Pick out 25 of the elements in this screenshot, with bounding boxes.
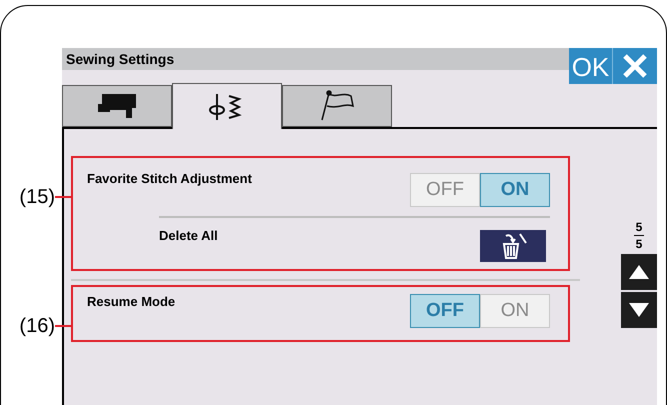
toggle-option[interactable]: ON [480,294,550,328]
toggle-option[interactable]: ON [480,173,550,207]
tab[interactable] [282,85,392,127]
sewing-machine-icon [98,94,136,118]
setting-label: Favorite Stitch Adjustment [87,170,252,188]
ok-button[interactable]: OK [569,48,613,84]
setting-label: Resume Mode [87,293,176,311]
window-title: Sewing Settings [66,50,174,69]
page-current: 5 [634,219,644,236]
setting-label: Delete All [159,227,218,245]
tab[interactable] [62,85,172,127]
flag-icon [319,90,355,122]
scroll-up-button[interactable] [621,254,657,290]
callout-number: (16) [18,314,55,339]
scroll-down-button[interactable] [621,292,657,328]
page-total: 5 [636,236,642,252]
delete-all-button[interactable] [480,230,546,262]
toggle-option[interactable]: OFF [410,173,480,207]
close-icon [623,54,647,78]
up-triangle-icon [629,265,649,279]
callout-number: (15) [18,185,55,210]
tab[interactable] [172,83,282,129]
close-button[interactable] [613,48,657,84]
toggle-option[interactable]: OFF [410,294,480,328]
down-triangle-icon [629,303,649,317]
